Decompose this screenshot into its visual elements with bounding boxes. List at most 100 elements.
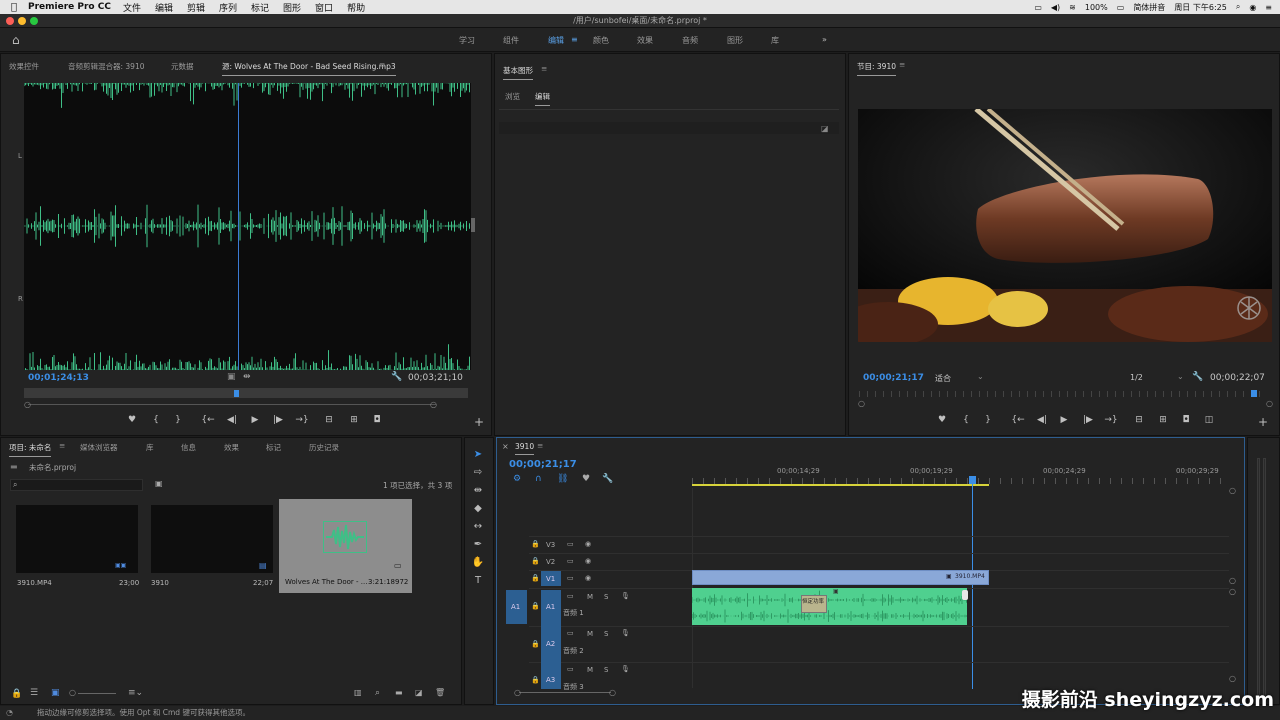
step-back-icon[interactable]: ◀| [225,415,239,425]
nest-icon[interactable]: ⚙ [513,474,521,484]
go-to-in-icon[interactable]: {← [201,415,215,425]
zoom-handle-right[interactable]: ○ [609,688,616,697]
screen-icon[interactable]: ▭ [1034,3,1042,12]
tab-history[interactable]: 历史记录 [309,442,339,453]
add-button-icon[interactable]: + [472,415,486,429]
eye-icon[interactable]: ◉ [585,574,591,582]
minimize-window-button[interactable] [18,17,26,25]
track-label-v3[interactable]: V3 [546,541,555,549]
sync-icon[interactable]: ▭ [567,592,574,600]
microphone-icon[interactable]: 🎙 [621,665,630,673]
zoom-slider-handle[interactable]: ○ [69,688,76,697]
sync-icon[interactable]: ▭ [567,557,574,565]
menu-clip[interactable]: 剪辑 [187,1,205,14]
workspace-assembly[interactable]: 组件 [503,35,519,46]
tab-source[interactable]: 源: Wolves At The Door - Bad Seed Rising.… [222,61,396,76]
timeline-timecode[interactable]: 00;00;21;17 [509,459,577,470]
eye-icon[interactable]: ◉ [585,540,591,548]
zoom-handle-left[interactable]: ○ [24,400,31,409]
sort-icon[interactable]: ≡⌄ [128,688,143,698]
find-icon[interactable]: ⌕ [375,688,380,698]
program-title[interactable]: 节目: 3910 [857,61,896,76]
mute-button[interactable]: M [587,593,593,601]
zoom-handle-left[interactable]: ○ [858,399,865,408]
zoom-window-button[interactable] [30,17,38,25]
essential-graphics-title[interactable]: 基本图形 [503,65,533,80]
play-icon[interactable]: ▶ [1057,415,1071,425]
microphone-icon[interactable]: 🎙 [621,592,630,600]
mark-in-icon[interactable]: { [959,415,973,425]
solo-button[interactable]: S [604,593,608,601]
razor-tool-icon[interactable]: ◆ [471,503,485,514]
track-label-v2[interactable]: V2 [546,558,555,566]
compare-view-icon[interactable]: ◫ [1202,415,1216,425]
ripple-edit-tool-icon[interactable]: ⇹ [471,485,485,496]
overwrite-icon[interactable]: ⊞ [347,415,361,425]
eye-icon[interactable]: ◉ [585,557,591,565]
tab-project[interactable]: 项目: 未命名 [9,442,52,457]
home-icon[interactable]: ⌂ [12,33,20,47]
track-select-tool-icon[interactable]: ⇨ [471,467,485,478]
track-label-a1[interactable]: A1 [546,603,555,611]
trim-handle[interactable] [962,590,968,600]
waveform-display[interactable] [23,58,471,396]
timeline-zoom-bar[interactable] [519,692,611,693]
app-menu[interactable]: Premiere Pro CC [28,2,111,12]
tab-media-browser[interactable]: 媒体浏览器 [80,442,118,453]
add-button-icon[interactable]: + [1256,415,1270,429]
menu-file[interactable]: 文件 [123,1,141,14]
scroll-handle-top[interactable]: ○ [1229,486,1236,495]
source-ruler-playhead[interactable] [234,390,239,397]
sync-icon[interactable]: ▭ [567,665,574,673]
audio-clip[interactable]: 恒定功率 ▣ [692,588,967,625]
tab-edit[interactable]: 编辑 [535,91,550,106]
resolution-dropdown[interactable]: 1/2 [1130,373,1143,382]
linked-selection-icon[interactable]: ⛓ [557,474,568,484]
clock[interactable]: 周日 下午6:25 [1174,2,1227,13]
sync-icon[interactable]: ▭ [567,574,574,582]
mark-out-icon[interactable]: } [981,415,995,425]
workspace-color[interactable]: 颜色 [593,35,609,46]
lock-icon[interactable]: 🔒 [531,557,540,565]
panel-menu-icon[interactable]: ≡ [537,441,543,450]
workspace-editing[interactable]: 编辑 [548,35,564,46]
type-tool-icon[interactable]: T [471,575,485,586]
close-window-button[interactable] [6,17,14,25]
search-icon[interactable]: ⌕ [1236,2,1240,12]
solo-button[interactable]: S [604,630,608,638]
wifi-icon[interactable]: ≋ [1069,3,1076,12]
go-to-out-icon[interactable]: →} [1104,415,1118,425]
menu-sequence[interactable]: 序列 [219,1,237,14]
apple-icon[interactable]:  [0,2,28,13]
lock-icon[interactable]: 🔒 [531,574,540,582]
tab-metadata[interactable]: 元数据 [171,61,194,72]
pen-tool-icon[interactable]: ✒ [471,539,485,550]
extract-icon[interactable]: ⊞ [1156,415,1170,425]
lock-icon[interactable]: 🔒 [531,676,540,684]
sync-icon[interactable]: ▭ [567,629,574,637]
list-icon[interactable]: ≡ [1265,3,1272,12]
source-playhead[interactable] [238,83,239,370]
add-marker-icon[interactable]: ♥ [935,415,949,425]
snap-icon[interactable]: ∩ [535,474,542,484]
mute-button[interactable]: M [587,666,593,674]
sync-icon[interactable]: ▭ [567,540,574,548]
drag-video-icon[interactable]: ▣ [227,372,236,382]
lock-icon[interactable]: 🔒 [531,540,540,548]
icon-view-icon[interactable]: ▣ [51,688,60,698]
drag-audio-icon[interactable]: ⇹ [243,372,251,382]
new-bin-icon[interactable]: ▬ [395,688,403,697]
track-resize-handle[interactable]: ○ [1229,587,1236,596]
workspace-effects[interactable]: 效果 [637,35,653,46]
slip-tool-icon[interactable]: ↔ [471,521,485,532]
play-icon[interactable]: ▶ [248,415,262,425]
work-area-bar[interactable] [692,484,989,486]
waveform-scroll-handle[interactable] [471,218,475,232]
workspace-menu-icon[interactable]: ≡ [571,35,578,44]
hand-tool-icon[interactable]: ✋ [471,557,485,568]
go-to-in-icon[interactable]: {← [1011,415,1025,425]
mark-out-icon[interactable]: } [171,415,185,425]
tab-effects[interactable]: 效果 [224,442,239,453]
tab-libraries[interactable]: 库 [146,442,154,453]
program-time-ruler[interactable] [859,391,1262,397]
